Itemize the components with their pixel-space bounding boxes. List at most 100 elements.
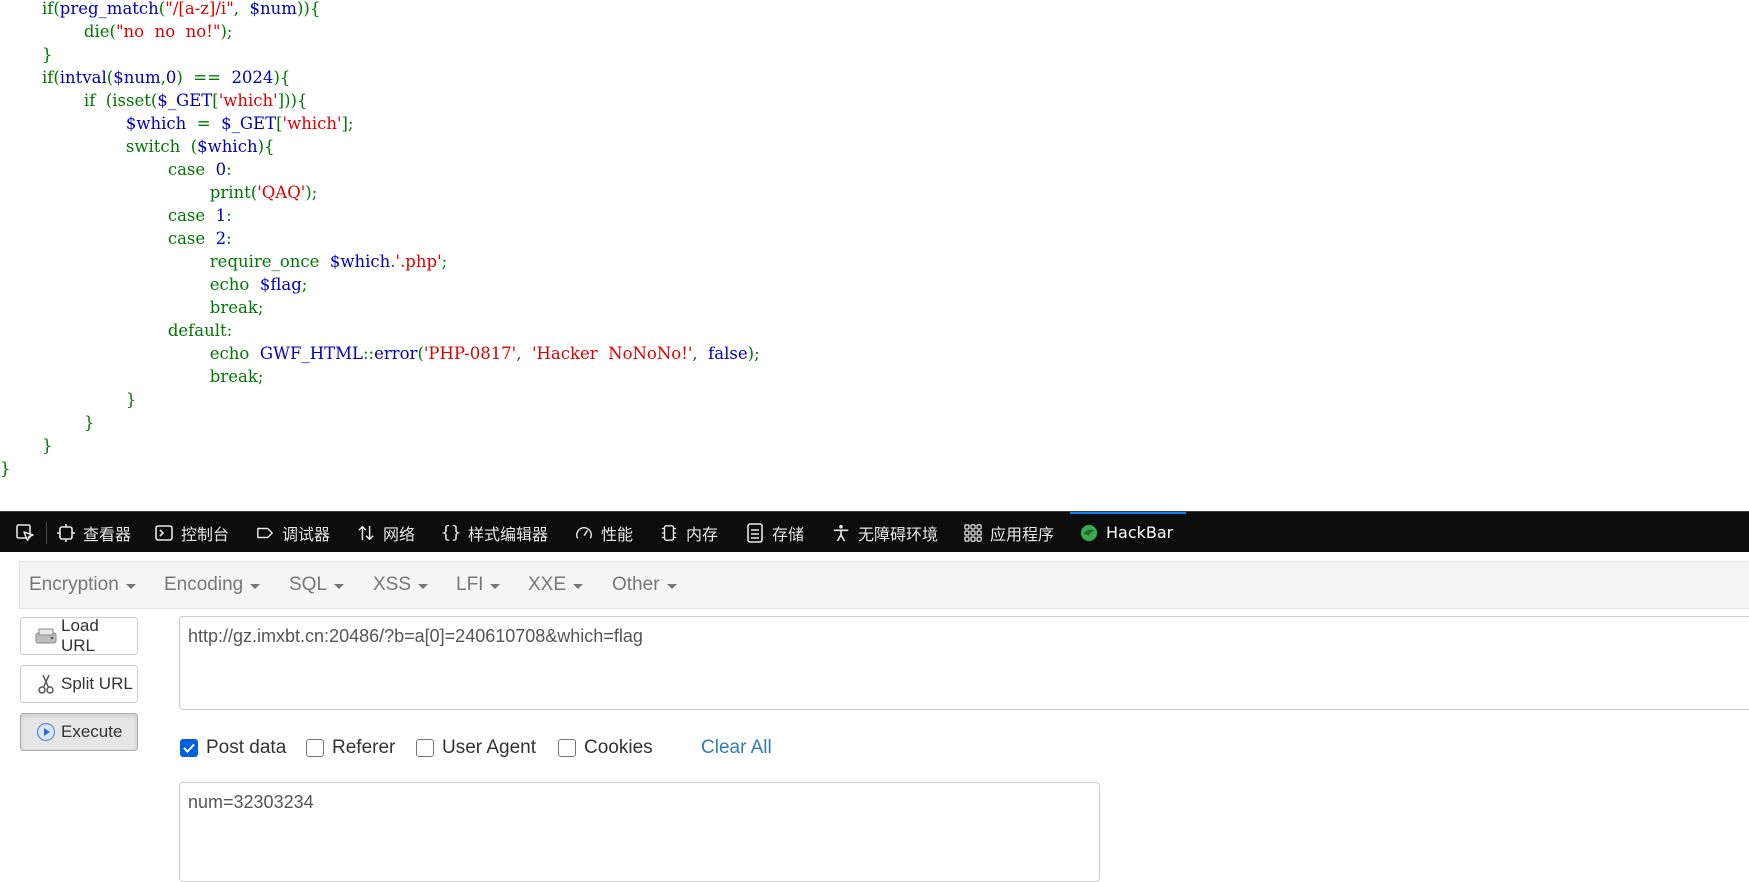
- url-value: http://gz.imxbt.cn:20486/?b=a[0]=2406107…: [188, 626, 643, 646]
- code-token: break;: [0, 367, 264, 386]
- post-data-input[interactable]: num=32303234: [179, 782, 1100, 882]
- tab-label: 控制台: [181, 524, 230, 544]
- code-token: if(: [0, 0, 60, 18]
- code-token: ;: [441, 252, 448, 271]
- code-token: :: [226, 229, 232, 248]
- menu-lfi[interactable]: LFI: [456, 562, 501, 608]
- menu-label: Encoding: [164, 574, 244, 595]
- code-token: 'which': [282, 114, 342, 133]
- code-token: $which: [125, 114, 187, 133]
- caret-down-icon: [490, 583, 501, 589]
- code-line: switch ($which){: [0, 135, 275, 158]
- toolbar-divider: [46, 522, 47, 544]
- checkbox-icon: [306, 739, 324, 757]
- code-token: preg_match: [59, 0, 159, 18]
- clear-all-link[interactable]: Clear All: [701, 736, 772, 760]
- post-data-value: num=32303234: [188, 792, 314, 812]
- menu-xss[interactable]: XSS: [373, 562, 429, 608]
- post-data-checkbox[interactable]: Post data: [180, 736, 286, 760]
- execute-button[interactable]: Execute: [20, 713, 138, 751]
- code-token: '.php': [395, 252, 442, 271]
- hackbar-icon: [1080, 524, 1098, 542]
- memory-icon: [660, 524, 678, 542]
- code-token: );: [747, 344, 760, 363]
- menu-encryption[interactable]: Encryption: [29, 562, 136, 608]
- code-line: if(intval($num,0) == 2024){: [0, 66, 290, 89]
- code-token: 1: [215, 206, 227, 225]
- code-token: ,: [692, 344, 709, 363]
- code-token: 0: [215, 160, 227, 179]
- code-token: require_once: [0, 252, 330, 271]
- load-url-button[interactable]: Load URL: [20, 616, 138, 655]
- tab-network[interactable]: 网络: [357, 512, 415, 553]
- code-token: ) ==: [176, 68, 232, 87]
- code-token: case: [0, 160, 216, 179]
- checkbox-label: Cookies: [584, 737, 653, 758]
- tab-hackbar[interactable]: HackBar: [1070, 512, 1186, 551]
- code-token: );: [220, 22, 233, 41]
- tab-style-editor[interactable]: {} 样式编辑器: [441, 512, 548, 553]
- code-token: );: [305, 183, 318, 202]
- code-token: 'which': [218, 91, 278, 110]
- caret-down-icon: [334, 583, 345, 589]
- code-line: break;: [0, 365, 264, 388]
- menu-label: Encryption: [29, 574, 119, 595]
- menu-sql[interactable]: SQL: [289, 562, 345, 608]
- code-line: }: [0, 457, 11, 480]
- tab-debugger[interactable]: 调试器: [256, 512, 330, 553]
- tab-label: 调试器: [282, 524, 331, 544]
- referer-checkbox[interactable]: Referer: [306, 736, 395, 760]
- menu-label: XXE: [528, 574, 567, 595]
- tab-application[interactable]: 应用程序: [964, 512, 1054, 553]
- tab-accessibility[interactable]: 无障碍环境: [832, 512, 938, 553]
- tab-performance[interactable]: 性能: [575, 512, 633, 553]
- load-url-icon: [35, 625, 57, 647]
- checkbox-icon: [558, 739, 576, 757]
- code-token: $flag: [259, 275, 302, 294]
- code-token: false: [708, 344, 748, 363]
- code-token: die(: [0, 22, 116, 41]
- code-token: break;: [0, 298, 264, 317]
- checkbox-icon: [416, 739, 434, 757]
- code-token: print(: [0, 183, 258, 202]
- tab-label: 内存: [686, 524, 719, 544]
- tab-memory[interactable]: 内存: [660, 512, 718, 553]
- split-url-button[interactable]: Split URL: [20, 665, 138, 703]
- caret-down-icon: [666, 583, 677, 589]
- performance-icon: [575, 524, 593, 542]
- button-label: Split URL: [61, 674, 133, 693]
- inspector-icon: [57, 523, 75, 542]
- php-source-view: if(preg_match("/[a-z]/i", $num)){ die("n…: [0, 0, 1749, 510]
- code-token: "no no no!": [115, 22, 221, 41]
- tab-inspector[interactable]: 查看器: [57, 512, 131, 553]
- code-line: echo $flag;: [0, 273, 308, 296]
- menu-other[interactable]: Other: [612, 562, 677, 608]
- code-line: if (isset($_GET['which'])){: [0, 89, 308, 112]
- tab-label: 网络: [383, 524, 416, 544]
- code-token: ){: [273, 68, 291, 87]
- code-token: GWF_HTML: [259, 344, 363, 363]
- user-agent-checkbox[interactable]: User Agent: [416, 736, 536, 760]
- tab-console[interactable]: 控制台: [155, 512, 229, 553]
- checkbox-label: User Agent: [442, 737, 536, 758]
- menu-label: XSS: [373, 574, 412, 595]
- element-picker-icon[interactable]: [8, 512, 42, 553]
- code-token: $_GET: [221, 114, 277, 133]
- cookies-checkbox[interactable]: Cookies: [558, 736, 653, 760]
- tab-label: HackBar: [1106, 523, 1174, 542]
- url-input[interactable]: http://gz.imxbt.cn:20486/?b=a[0]=2406107…: [179, 616, 1749, 710]
- menu-label: Other: [612, 574, 660, 595]
- debugger-icon: [256, 524, 274, 542]
- menu-encoding[interactable]: Encoding: [164, 562, 261, 608]
- code-line: if(preg_match("/[a-z]/i", $num)){: [0, 0, 320, 20]
- code-token: }: [0, 436, 53, 455]
- code-token: echo: [0, 275, 260, 294]
- tab-storage[interactable]: 存储: [746, 512, 804, 553]
- code-line: }: [0, 43, 53, 66]
- accessibility-icon: [832, 524, 850, 542]
- checkbox-checked-icon: [180, 739, 198, 757]
- code-token: )){: [296, 0, 321, 18]
- devtools-toolbar: 查看器 控制台 调试器 网络 {} 样式编辑器 性能 内存 存储 无障碍环境 应…: [0, 511, 1749, 553]
- caret-down-icon: [125, 583, 136, 589]
- menu-xxe[interactable]: XXE: [528, 562, 584, 608]
